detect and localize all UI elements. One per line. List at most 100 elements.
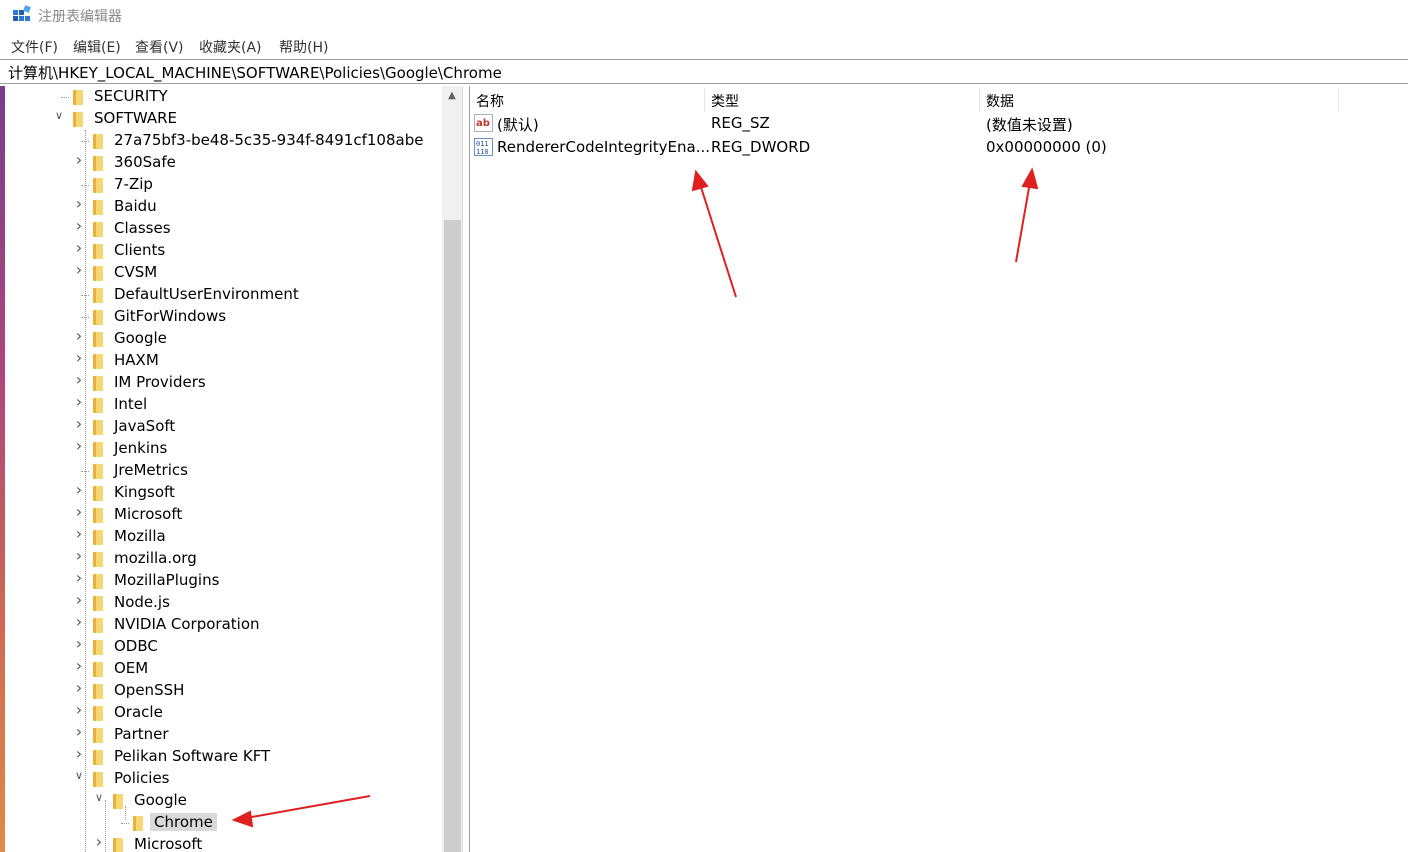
chevron-right-icon[interactable]: › — [73, 414, 85, 433]
tree-item[interactable]: › Mozilla — [5, 524, 445, 548]
tree-item-label[interactable]: Classes — [114, 219, 171, 237]
chevron-right-icon[interactable]: › — [73, 216, 85, 235]
menu-help[interactable]: 帮助(H) — [279, 37, 328, 57]
scroll-thumb[interactable] — [444, 220, 461, 852]
address-bar[interactable]: 计算机\HKEY_LOCAL_MACHINE\SOFTWARE\Policies… — [0, 59, 1408, 84]
tree-item[interactable]: › CVSM — [5, 260, 445, 284]
tree-item-label[interactable]: Baidu — [114, 197, 157, 215]
tree-item[interactable]: › Google — [5, 326, 445, 350]
tree-item-label[interactable]: 360Safe — [114, 153, 176, 171]
tree-item[interactable]: › Partner — [5, 722, 445, 746]
tree-item-label[interactable]: Partner — [114, 725, 169, 743]
tree-item-label[interactable]: 27a75bf3-be48-5c35-934f-8491cf108abe — [114, 131, 423, 149]
tree-item[interactable]: › Oracle — [5, 700, 445, 724]
tree-item[interactable]: › Baidu — [5, 194, 445, 218]
tree-item-label[interactable]: JavaSoft — [114, 417, 175, 435]
tree-item[interactable]: › Pelikan Software KFT — [5, 744, 445, 768]
chevron-right-icon[interactable]: › — [93, 832, 105, 851]
chevron-right-icon[interactable]: › — [73, 260, 85, 279]
tree-scrollbar[interactable]: ▲ — [442, 86, 462, 852]
tree-item[interactable]: JreMetrics — [5, 460, 445, 482]
tree-item[interactable]: › Jenkins — [5, 436, 445, 460]
tree-item-label[interactable]: Chrome — [150, 813, 217, 831]
column-header-data[interactable]: 数据 — [980, 88, 1338, 112]
tree-item[interactable]: SECURITY — [5, 86, 445, 108]
chevron-right-icon[interactable]: › — [73, 436, 85, 455]
chevron-right-icon[interactable]: › — [73, 370, 85, 389]
chevron-right-icon[interactable]: › — [73, 524, 85, 543]
chevron-down-icon[interactable]: ∨ — [53, 109, 65, 122]
tree-item-label[interactable]: Pelikan Software KFT — [114, 747, 270, 765]
chevron-right-icon[interactable]: › — [73, 546, 85, 565]
chevron-right-icon[interactable]: › — [73, 744, 85, 763]
tree-item-label[interactable]: 7-Zip — [114, 175, 153, 193]
tree-item-label[interactable]: Google — [114, 329, 167, 347]
tree-item[interactable]: DefaultUserEnvironment — [5, 284, 445, 306]
value-row[interactable]: ab (默认) REG_SZ (数值未设置) — [470, 113, 1370, 135]
chevron-right-icon[interactable]: › — [73, 480, 85, 499]
chevron-right-icon[interactable]: › — [73, 634, 85, 653]
tree-item[interactable]: › 360Safe — [5, 150, 445, 174]
chevron-right-icon[interactable]: › — [73, 348, 85, 367]
tree-item[interactable]: › ODBC — [5, 634, 445, 658]
column-header-name[interactable]: 名称 — [470, 88, 704, 112]
address-path[interactable]: 计算机\HKEY_LOCAL_MACHINE\SOFTWARE\Policies… — [8, 62, 502, 83]
chevron-right-icon[interactable]: › — [73, 238, 85, 257]
column-separator[interactable] — [1338, 88, 1339, 112]
scroll-up-arrow-icon[interactable]: ▲ — [442, 86, 462, 106]
tree-item[interactable]: 7-Zip — [5, 174, 445, 196]
menu-favorites[interactable]: 收藏夹(A) — [199, 37, 262, 57]
tree-item[interactable]: › MozillaPlugins — [5, 568, 445, 592]
menu-view[interactable]: 查看(V) — [135, 37, 184, 57]
tree-item-label[interactable]: Microsoft — [114, 505, 182, 523]
tree-item-label[interactable]: OpenSSH — [114, 681, 184, 699]
tree-item[interactable]: › Microsoft — [5, 832, 445, 852]
tree-item-label[interactable]: GitForWindows — [114, 307, 226, 325]
chevron-right-icon[interactable]: › — [73, 722, 85, 741]
tree-item-label[interactable]: HAXM — [114, 351, 159, 369]
tree-item[interactable]: Chrome — [5, 812, 445, 834]
chevron-down-icon[interactable]: ∨ — [73, 769, 85, 782]
chevron-right-icon[interactable]: › — [73, 326, 85, 345]
tree-item[interactable]: › JavaSoft — [5, 414, 445, 438]
tree-item[interactable]: › mozilla.org — [5, 546, 445, 570]
tree-item-label[interactable]: CVSM — [114, 263, 157, 281]
tree-item-label[interactable]: mozilla.org — [114, 549, 197, 567]
tree-item-label[interactable]: Policies — [114, 769, 169, 787]
tree-item-label[interactable]: SECURITY — [94, 87, 168, 105]
tree-item-label[interactable]: ODBC — [114, 637, 158, 655]
tree-item[interactable]: ∨ Google — [5, 790, 445, 812]
menu-file[interactable]: 文件(F) — [11, 37, 58, 57]
tree-item[interactable]: GitForWindows — [5, 306, 445, 328]
chevron-right-icon[interactable]: › — [73, 590, 85, 609]
chevron-right-icon[interactable]: › — [73, 150, 85, 169]
tree-item-label[interactable]: Microsoft — [134, 835, 202, 852]
tree-item[interactable]: › Kingsoft — [5, 480, 445, 504]
value-row[interactable]: 011 110 RendererCodeIntegrityEna... REG_… — [470, 137, 1370, 159]
tree-item-label[interactable]: SOFTWARE — [94, 109, 177, 127]
tree-item-label[interactable]: Jenkins — [114, 439, 167, 457]
tree-item[interactable]: › OEM — [5, 656, 445, 680]
tree-item-label[interactable]: Oracle — [114, 703, 163, 721]
pane-splitter[interactable] — [462, 86, 470, 852]
tree-item[interactable]: › Node.js — [5, 590, 445, 614]
chevron-down-icon[interactable]: ∨ — [93, 791, 105, 804]
chevron-right-icon[interactable]: › — [73, 678, 85, 697]
tree-item-label[interactable]: OEM — [114, 659, 148, 677]
tree-item-label[interactable]: MozillaPlugins — [114, 571, 219, 589]
tree-item[interactable]: ∨ Policies — [5, 768, 445, 790]
tree-item[interactable]: › HAXM — [5, 348, 445, 372]
tree-item-label[interactable]: JreMetrics — [114, 461, 188, 479]
tree-item[interactable]: › OpenSSH — [5, 678, 445, 702]
chevron-right-icon[interactable]: › — [73, 194, 85, 213]
chevron-right-icon[interactable]: › — [73, 568, 85, 587]
chevron-right-icon[interactable]: › — [73, 612, 85, 631]
chevron-right-icon[interactable]: › — [73, 700, 85, 719]
tree-item[interactable]: ∨ SOFTWARE — [5, 108, 445, 130]
tree-item-label[interactable]: Clients — [114, 241, 165, 259]
tree-item-label[interactable]: Node.js — [114, 593, 170, 611]
chevron-right-icon[interactable]: › — [73, 502, 85, 521]
tree-item[interactable]: › Classes — [5, 216, 445, 240]
tree-item[interactable]: › Clients — [5, 238, 445, 262]
tree-item-label[interactable]: Mozilla — [114, 527, 166, 545]
